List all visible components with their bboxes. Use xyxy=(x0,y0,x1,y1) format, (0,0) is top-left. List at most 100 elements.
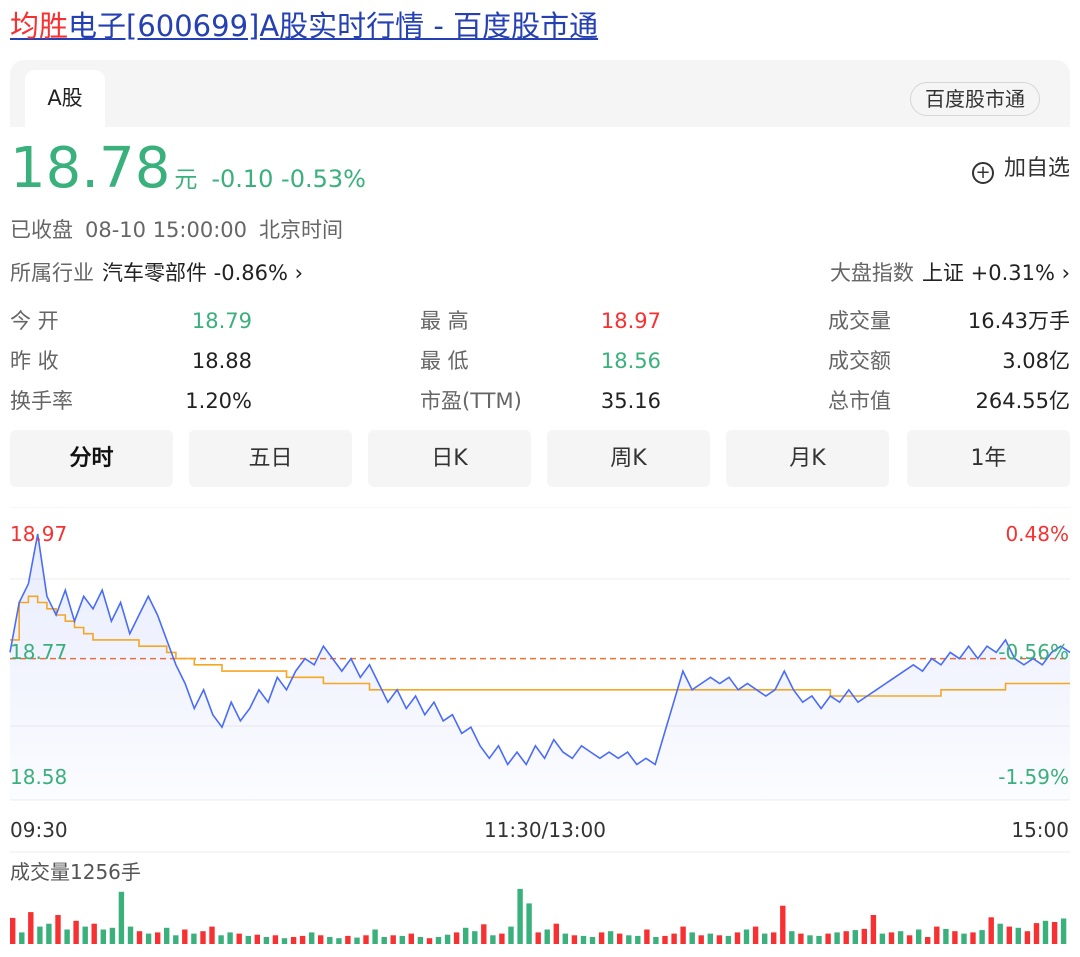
tab-weekly-k[interactable]: 周K xyxy=(547,430,710,487)
volume-bar xyxy=(970,932,976,944)
volume-bar xyxy=(508,926,514,944)
volume-bar xyxy=(580,935,587,944)
volume-bar xyxy=(318,935,324,944)
volume-bar xyxy=(82,926,88,944)
volume-bar xyxy=(1006,926,1012,944)
price-change: -0.10 -0.53% xyxy=(211,165,366,193)
tab-a-share[interactable]: A股 xyxy=(25,70,105,127)
status-timezone: 北京时间 xyxy=(259,218,344,242)
volume-bar xyxy=(526,903,532,944)
volume-bar xyxy=(453,932,460,944)
volume-bar xyxy=(571,935,578,944)
market-status: 已收盘 08-10 15:00:00 北京时间 xyxy=(10,215,355,245)
volume-bar xyxy=(997,923,1003,944)
volume-bar xyxy=(290,937,297,944)
industry-index-row: 所属行业 汽车零部件 -0.86% › 大盘指数 上证 +0.31% › xyxy=(10,258,1070,288)
volume-bar xyxy=(218,935,224,944)
intraday-chart[interactable]: 18.97 18.77 18.58 0.48% -0.56% -1.59% 09… xyxy=(0,507,1080,957)
volume-bar xyxy=(490,935,496,944)
volume-bar xyxy=(934,926,940,944)
volume-bar xyxy=(435,937,442,944)
volume-bar xyxy=(617,933,623,944)
volume-bar xyxy=(19,932,25,944)
add-watchlist-label: 加自选 xyxy=(1003,156,1070,181)
volume-bar xyxy=(227,932,233,944)
volume-bar xyxy=(444,934,451,944)
volume-bar xyxy=(1024,931,1031,944)
volume-bar xyxy=(906,935,913,944)
index-value: 上证 +0.31% › xyxy=(921,261,1070,285)
stat-value-high: 18.97 xyxy=(600,309,661,333)
volume-bar xyxy=(236,933,242,944)
volume-bar xyxy=(417,937,424,944)
stat-label-volume: 成交量 xyxy=(828,309,891,333)
volume-bar xyxy=(626,935,632,944)
brand-pill-button[interactable]: 百度股市通 xyxy=(910,82,1040,116)
stat-value-open: 18.79 xyxy=(191,309,252,333)
volume-bar xyxy=(671,933,677,944)
volume-bar xyxy=(164,927,170,944)
volume-bar xyxy=(698,935,704,944)
volume-bar xyxy=(263,937,270,944)
stat-label-low: 最 低 xyxy=(420,349,469,373)
industry-link[interactable]: 所属行业 汽车零部件 -0.86% › xyxy=(10,261,303,285)
stat-value-turnover-rate: 1.20% xyxy=(185,389,252,413)
volume-bar xyxy=(888,932,895,944)
pct-label-bottom: -1.59% xyxy=(998,765,1069,789)
volume-bar xyxy=(100,929,106,944)
volume-bar xyxy=(281,938,288,944)
volume-bar xyxy=(725,935,732,944)
current-price: 18.78 xyxy=(10,136,171,201)
volume-bar xyxy=(943,928,949,944)
volume-bar xyxy=(73,920,79,944)
time-label-open: 09:30 xyxy=(10,818,68,842)
volume-bar xyxy=(37,926,43,944)
tab-monthly-k[interactable]: 月K xyxy=(726,430,889,487)
volume-bar xyxy=(752,926,759,944)
volume-bar xyxy=(798,933,804,944)
volume-bar xyxy=(64,929,70,944)
volume-bar xyxy=(499,933,505,944)
volume-bar xyxy=(635,935,641,944)
volume-bar xyxy=(562,933,568,944)
page-title[interactable]: 均胜电子[600699]A股实时行情 - 百度股市通 xyxy=(10,6,598,46)
volume-bar xyxy=(544,929,550,944)
volume-bar xyxy=(861,928,867,944)
status-datetime: 08-10 15:00:00 xyxy=(85,218,248,242)
tab-five-day[interactable]: 五日 xyxy=(189,430,352,487)
pct-label-mid: -0.56% xyxy=(998,640,1069,664)
volume-bar xyxy=(644,929,650,944)
stat-label-open: 今 开 xyxy=(10,309,59,333)
volume-bar xyxy=(272,935,279,944)
add-watchlist-button[interactable]: + 加自选 xyxy=(971,154,1070,184)
title-highlight: 均胜 xyxy=(10,9,69,43)
tab-one-year[interactable]: 1年 xyxy=(907,430,1070,487)
index-label: 大盘指数 xyxy=(829,261,914,285)
stat-label-turnover: 成交额 xyxy=(828,349,891,373)
price-block: 18.78 元 -0.10 -0.53% xyxy=(10,138,366,211)
industry-label: 所属行业 xyxy=(10,261,94,285)
volume-bar xyxy=(961,933,967,944)
volume-bar xyxy=(897,931,904,944)
tab-intraday[interactable]: 分时 xyxy=(10,430,173,487)
index-link[interactable]: 大盘指数 上证 +0.31% › xyxy=(830,258,1070,288)
volume-bar xyxy=(852,930,858,944)
tab-daily-k[interactable]: 日K xyxy=(368,430,531,487)
volume-bar xyxy=(118,891,125,944)
volume-bar xyxy=(553,923,559,944)
volume-bar xyxy=(843,931,849,944)
volume-bar xyxy=(952,931,958,944)
volume-bar xyxy=(10,917,16,944)
volume-bar xyxy=(689,932,695,944)
volume-bar xyxy=(1060,918,1067,944)
volume-bar xyxy=(182,929,188,944)
stat-label-pe: 市盈(TTM) xyxy=(420,389,522,413)
volume-bar xyxy=(91,923,97,944)
stat-label-prev-close: 昨 收 xyxy=(10,349,59,373)
volume-bar xyxy=(372,929,378,944)
volume-bar xyxy=(55,915,61,944)
volume-bar xyxy=(200,931,206,944)
plus-circle-icon: + xyxy=(971,162,994,184)
status-text: 已收盘 xyxy=(10,218,73,242)
volume-bar xyxy=(463,927,469,944)
